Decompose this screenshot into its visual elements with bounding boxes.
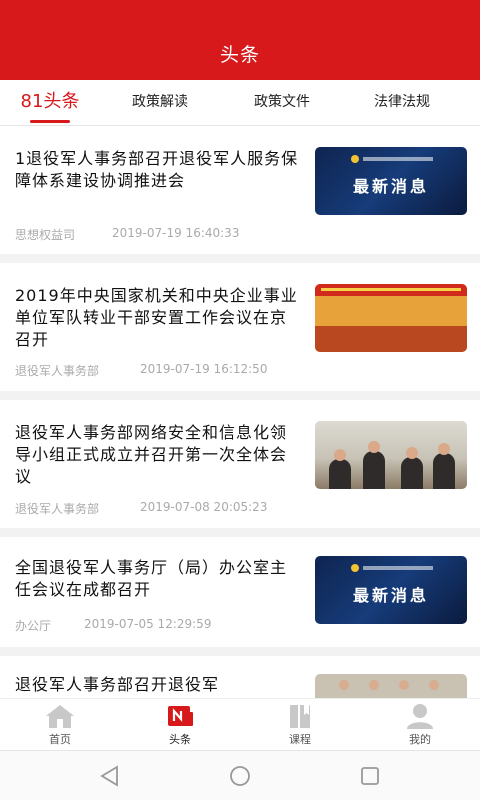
tab-label: 81头条: [20, 91, 80, 112]
article-thumbnail: 最新消息: [315, 556, 467, 624]
tab-label: 政策解读: [132, 94, 188, 110]
article-source: 思想权益司: [15, 228, 76, 242]
article-title: 2019年中央国家机关和中央企业事业单位军队转业干部安置工作会议在京召开: [15, 286, 298, 349]
article-date: 2019-07-05 12:29:59: [84, 617, 212, 631]
meeting-floor: [315, 326, 467, 352]
recents-icon[interactable]: [357, 764, 383, 788]
book-icon: [290, 705, 310, 728]
article-title: 1退役军人事务部召开退役军人服务保障体系建设协调推进会: [15, 149, 299, 190]
bottom-navigation: 首页 头条 课程 我的: [0, 698, 480, 750]
tab-label: 法律法规: [374, 94, 430, 110]
thumbnail-header-line: [363, 157, 433, 161]
nav-label: 头条: [169, 733, 191, 746]
home-icon: [46, 705, 74, 728]
system-navigation-bar: [0, 750, 480, 800]
tab-81-headlines[interactable]: 81头条: [0, 80, 100, 126]
article-date: 2019-07-19 16:40:33: [112, 226, 240, 240]
active-tab-indicator: [30, 120, 70, 123]
nav-home[interactable]: 首页: [0, 699, 120, 751]
emblem-icon: [351, 155, 359, 163]
app-header: 头条: [0, 0, 480, 80]
meeting-banner: [315, 284, 467, 296]
article-source: 退役军人事务部: [15, 364, 100, 378]
category-tabs: 81头条 政策解读 政策文件 法律法规: [0, 80, 480, 126]
article-source: 办公厅: [15, 619, 52, 633]
nav-label: 课程: [289, 733, 311, 746]
page-title: 头条: [219, 44, 260, 66]
nav-label: 我的: [409, 733, 431, 746]
tab-policy-documents[interactable]: 政策文件: [232, 80, 332, 126]
article-thumbnail: [315, 284, 467, 352]
nav-profile[interactable]: 我的: [360, 699, 480, 751]
article-date: 2019-07-08 20:05:23: [140, 500, 268, 514]
nav-courses[interactable]: 课程: [240, 699, 360, 751]
article-source: 退役军人事务部: [15, 502, 100, 516]
article-item[interactable]: 全国退役军人事务厅（局）办公室主任会议在成都召开 办公厅 2019-07-05 …: [0, 537, 480, 647]
article-item[interactable]: 2019年中央国家机关和中央企业事业单位军队转业干部安置工作会议在京召开 退役军…: [0, 263, 480, 391]
app-screen: 头条 81头条 政策解读 政策文件 法律法规 1退役军人事务部召开退役军人服务保…: [0, 0, 480, 800]
thumbnail-header-line: [363, 566, 433, 570]
profile-icon: [407, 704, 433, 729]
article-date: 2019-07-19 16:12:50: [140, 362, 268, 376]
article-title: 退役军人事务部召开退役军: [15, 675, 220, 694]
article-thumbnail: [315, 674, 467, 698]
article-list: 1退役军人事务部召开退役军人服务保障体系建设协调推进会 思想权益司 2019-0…: [0, 126, 480, 698]
thumbnail-caption: 最新消息: [352, 586, 429, 605]
tab-label: 政策文件: [254, 94, 310, 110]
article-item[interactable]: 退役军人事务部召开退役军: [0, 656, 480, 698]
back-icon[interactable]: [97, 764, 123, 788]
article-title: 退役军人事务部网络安全和信息化领导小组正式成立并召开第一次全体会议: [15, 423, 288, 486]
nav-label: 首页: [49, 733, 71, 746]
emblem-icon: [351, 564, 359, 572]
tab-policy-interpretation[interactable]: 政策解读: [110, 80, 210, 126]
article-thumbnail: 最新消息: [315, 147, 467, 215]
news-icon: [168, 706, 193, 726]
home-circle-icon[interactable]: [227, 764, 253, 788]
article-item[interactable]: 退役军人事务部网络安全和信息化领导小组正式成立并召开第一次全体会议 退役军人事务…: [0, 400, 480, 528]
thumbnail-caption: 最新消息: [352, 177, 429, 196]
tab-laws-regulations[interactable]: 法律法规: [352, 80, 452, 126]
article-title: 全国退役军人事务厅（局）办公室主任会议在成都召开: [15, 558, 288, 599]
article-thumbnail: [315, 421, 467, 489]
article-item[interactable]: 1退役军人事务部召开退役军人服务保障体系建设协调推进会 思想权益司 2019-0…: [0, 126, 480, 254]
nav-headlines[interactable]: 头条: [120, 699, 240, 751]
